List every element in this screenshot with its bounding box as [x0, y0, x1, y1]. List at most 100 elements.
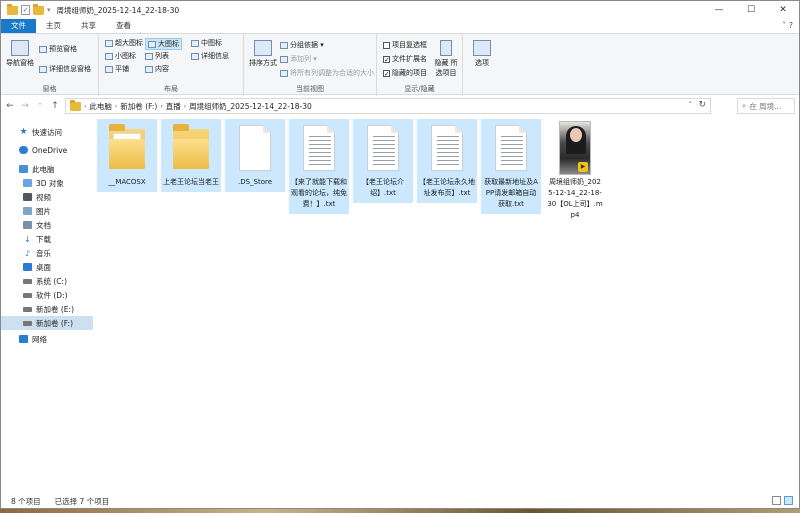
text-file-icon: [303, 125, 335, 171]
maximize-button[interactable]: ☐: [735, 1, 767, 19]
layout-extra-large[interactable]: 超大图标: [105, 38, 143, 48]
hide-selected-button[interactable]: 隐藏 所选项目: [431, 40, 461, 78]
nav-downloads[interactable]: ↓ 下载: [1, 232, 93, 246]
nav-onedrive[interactable]: OneDrive: [1, 143, 93, 157]
file-item[interactable]: 【来了就能下载和观看的论坛，纯免费！】.txt: [289, 119, 349, 214]
text-file-icon: [495, 125, 527, 171]
breadcrumb-this-pc[interactable]: 此电脑: [89, 101, 112, 112]
layout-list[interactable]: 列表: [145, 51, 169, 61]
file-extensions-toggle[interactable]: ✓ 文件扩展名: [383, 54, 427, 64]
up-arrow-icon[interactable]: ↑: [49, 101, 61, 111]
ribbon-help-icon[interactable]: ˅ ?: [782, 21, 793, 30]
add-column-icon: [280, 55, 288, 63]
nav-drive-e[interactable]: 新加卷 (E:): [1, 302, 93, 316]
nav-pictures[interactable]: 图片: [1, 204, 93, 218]
file-item[interactable]: ▶ 周境组师奶_2025-12-14_22-18-30【OL上司】.mp4: [545, 119, 605, 225]
file-item[interactable]: .DS_Store: [225, 119, 285, 192]
close-button[interactable]: ✕: [767, 1, 799, 19]
file-item[interactable]: 获取最新地址及APP请发邮箱自动获取.txt: [481, 119, 541, 214]
tab-home[interactable]: 主页: [36, 19, 71, 33]
add-column-button[interactable]: 添加列 ▾: [280, 54, 317, 64]
nav-this-pc[interactable]: 此电脑: [1, 162, 93, 176]
group-label: 显示/隐藏: [404, 85, 435, 93]
file-item[interactable]: 【老王论坛永久地址发布页】.txt: [417, 119, 477, 203]
nav-drive-c[interactable]: 系统 (C:): [1, 274, 93, 288]
forward-arrow-icon[interactable]: →: [19, 101, 31, 111]
breadcrumb-live[interactable]: 直播: [166, 101, 181, 112]
video-icon: [23, 193, 32, 201]
layout-medium[interactable]: 中图标: [191, 38, 222, 48]
new-folder-icon[interactable]: [33, 3, 44, 15]
group-label: 窗格: [42, 85, 57, 93]
properties-icon[interactable]: ✓: [21, 5, 30, 15]
file-name: 【来了就能下载和观看的论坛，纯免费！】.txt: [291, 178, 347, 208]
back-arrow-icon[interactable]: ←: [4, 101, 16, 111]
minimize-button[interactable]: —: [703, 1, 735, 19]
breadcrumb-drive-f[interactable]: 新加卷 (F:): [120, 101, 157, 112]
customize-quick-access-icon[interactable]: ▾: [47, 6, 51, 14]
nav-pane-icon: [11, 40, 29, 56]
folder-icon: [70, 99, 81, 111]
nav-network[interactable]: 网络: [1, 332, 93, 346]
network-icon: [19, 335, 28, 343]
nav-3d-objects[interactable]: 3D 对象: [1, 176, 93, 190]
item-checkboxes-toggle[interactable]: 项目复选框: [383, 40, 427, 50]
address-field[interactable]: › 此电脑 › 新加卷 (F:) › 直播 › 周境组师奶_2025-12-14…: [65, 98, 711, 114]
nav-quick-access[interactable]: ★ 快速访问: [1, 125, 93, 139]
document-icon: [23, 221, 32, 229]
file-item[interactable]: 【老王论坛介绍】.txt: [353, 119, 413, 203]
tab-file[interactable]: 文件: [1, 19, 36, 33]
fit-columns-button[interactable]: 将所有列调整为合适的大小: [280, 68, 374, 78]
computer-icon: [19, 165, 28, 173]
layout-tiles[interactable]: 平铺: [105, 64, 129, 74]
refresh-icon[interactable]: ↻: [698, 100, 706, 110]
drive-icon: [23, 306, 32, 312]
file-name: __MACOSX: [108, 178, 146, 186]
options-group: 选项: [463, 34, 503, 96]
sort-button[interactable]: 排序方式: [248, 40, 278, 68]
file-item[interactable]: __MACOSX: [97, 119, 157, 192]
preview-pane-button[interactable]: 预览窗格: [39, 44, 77, 54]
file-name: 【老王论坛介绍】.txt: [362, 178, 404, 197]
content-icon: [145, 65, 153, 73]
address-dropdown-icon[interactable]: ˅: [689, 101, 693, 109]
options-icon: [473, 40, 491, 56]
layout-details[interactable]: 详细信息: [191, 51, 229, 61]
hidden-items-toggle[interactable]: ✓ 隐藏的项目: [383, 68, 427, 78]
large-icons-view-icon[interactable]: [784, 496, 793, 505]
group-by-button[interactable]: 分组依据 ▾: [280, 40, 324, 50]
breadcrumb-current[interactable]: 周境组师奶_2025-12-14_22-18-30: [189, 101, 312, 112]
nav-drive-d[interactable]: 软件 (D:): [1, 288, 93, 302]
checkbox-icon: [383, 41, 390, 49]
nav-videos[interactable]: 视频: [1, 190, 93, 204]
search-box[interactable]: ⌕ 在 周境...: [737, 98, 795, 114]
nav-pane-button[interactable]: 导航窗格: [5, 40, 35, 68]
selected-count: 已选择 7 个项目: [54, 496, 110, 506]
details-view-icon[interactable]: [772, 496, 781, 505]
layout-content[interactable]: 内容: [145, 64, 169, 74]
details-pane-button[interactable]: 详细信息窗格: [39, 64, 91, 74]
file-item[interactable]: 上老王论坛当老王: [161, 119, 221, 192]
nav-music[interactable]: ♪ 音乐: [1, 246, 93, 260]
tab-view[interactable]: 查看: [106, 19, 141, 33]
quick-access-toolbar: ✓ ▾: [1, 3, 51, 15]
tab-share[interactable]: 共享: [71, 19, 106, 33]
options-button[interactable]: 选项: [469, 40, 495, 68]
layout-large[interactable]: 大图标: [145, 38, 182, 50]
nav-desktop[interactable]: 桌面: [1, 260, 93, 274]
nav-documents[interactable]: 文档: [1, 218, 93, 232]
status-bar: 8 个项目 已选择 7 个项目: [1, 493, 799, 509]
file-name: 周境组师奶_2025-12-14_22-18-30【OL上司】.mp4: [547, 178, 603, 219]
current-view-group: 排序方式 分组依据 ▾ 添加列 ▾ 将所有列调整为合适的大小 当前视图: [244, 34, 377, 96]
search-placeholder: 在 周境...: [749, 101, 782, 111]
checkbox-checked-icon: ✓: [383, 69, 390, 78]
nav-drive-f[interactable]: 新加卷 (F:): [1, 316, 93, 330]
address-bar-row: ← → ˅ ↑ › 此电脑 › 新加卷 (F:) › 直播 › 周境组师奶_20…: [1, 96, 799, 116]
folder-icon: [173, 124, 209, 169]
picture-icon: [23, 207, 32, 215]
text-file-icon: [431, 125, 463, 171]
recent-locations-icon[interactable]: ˅: [34, 103, 46, 110]
ribbon-tabs: 文件 主页 共享 查看 ˅ ?: [1, 19, 799, 33]
layout-small[interactable]: 小图标: [105, 51, 136, 61]
chevron-right-icon: ›: [183, 102, 187, 110]
